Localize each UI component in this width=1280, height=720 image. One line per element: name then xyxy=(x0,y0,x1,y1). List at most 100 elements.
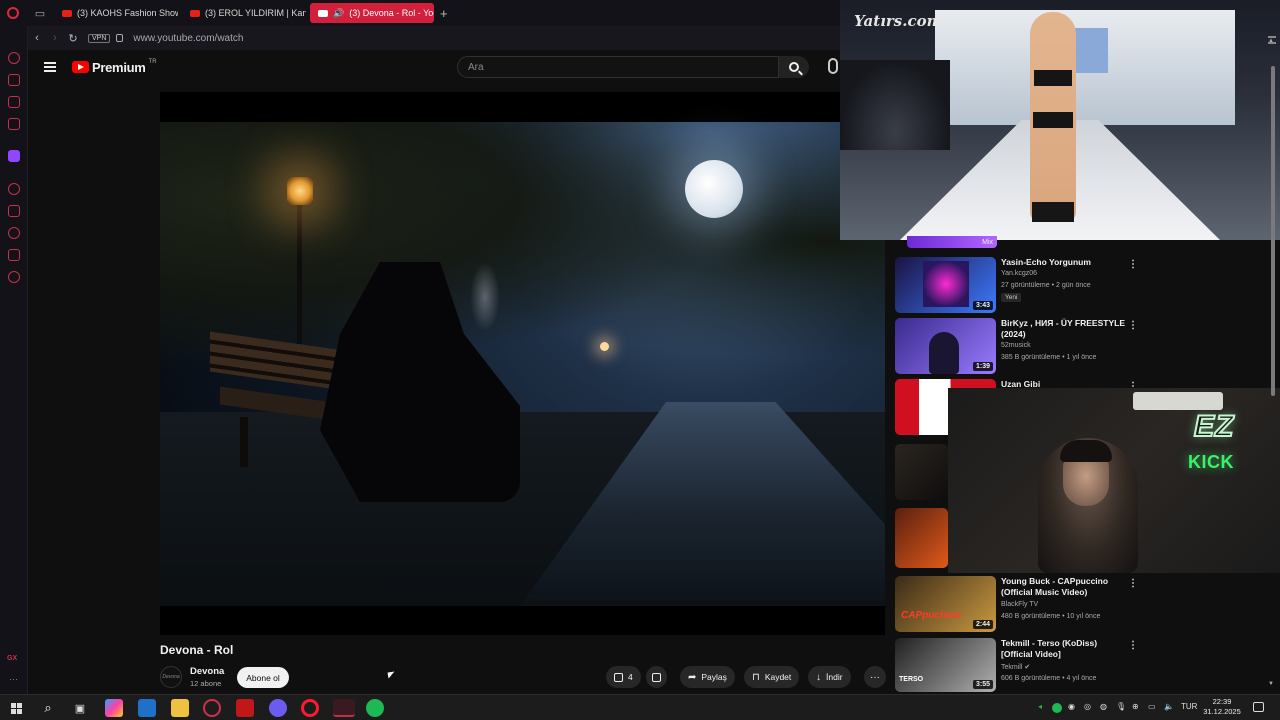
language-indicator[interactable]: TUR xyxy=(1181,702,1197,711)
tab-devona-rol[interactable]: 🔊 (3) Devona - Rol - You xyxy=(310,3,434,23)
discord-icon[interactable] xyxy=(269,699,287,717)
volume-icon[interactable]: 🔈 xyxy=(1164,702,1174,711)
rec-item[interactable]: 3:43 Yasin-Echo Yorgunum Yan.kcgz06 27 g… xyxy=(895,257,1265,315)
lock-icon[interactable] xyxy=(116,34,124,42)
subscribe-button[interactable]: Abone ol xyxy=(237,667,289,688)
more-actions-button[interactable]: ··· xyxy=(864,666,886,688)
scrollbar[interactable] xyxy=(1270,46,1276,692)
rec-thumbnail[interactable]: CAPpuchino 2:44 xyxy=(895,576,996,632)
rec-menu-icon[interactable]: ⋮ xyxy=(1128,259,1138,270)
system-clock[interactable]: 22:39 31.12.2025 xyxy=(1200,697,1244,717)
start-button[interactable] xyxy=(7,699,25,717)
verified-icon: ✔ xyxy=(1024,664,1031,671)
rec-title[interactable]: Young Buck - CAPpuccino (Official Music … xyxy=(1001,576,1126,598)
mix-thumb-strip[interactable]: Mix xyxy=(907,236,997,248)
notification-icon[interactable] xyxy=(1253,702,1264,712)
spotify-icon[interactable] xyxy=(366,699,384,717)
rec-thumbnail[interactable] xyxy=(895,444,948,500)
twitch-icon[interactable] xyxy=(8,150,20,162)
channel-name[interactable]: Devona xyxy=(190,666,224,677)
youtube-premium-logo[interactable]: Premium TR xyxy=(72,59,157,75)
back-icon[interactable]: ‹ xyxy=(28,32,46,44)
spotify-tray-icon[interactable] xyxy=(1052,703,1062,713)
bookmark-icon: ⊓ xyxy=(752,671,760,683)
search-taskbar-icon[interactable]: ⌕ xyxy=(39,699,57,717)
like-button[interactable]: 4 xyxy=(606,666,641,688)
rec-thumbnail[interactable]: TERSO 3:55 xyxy=(895,638,996,692)
rec-title[interactable]: Tekmill - Terso (KoDiss) [Official Video… xyxy=(1001,638,1126,660)
tray-icon[interactable]: ⊕ xyxy=(1132,702,1139,711)
tab-erol-yildirim[interactable]: (3) EROL YILDIRIM | Kanal xyxy=(182,3,306,23)
microphone-icon[interactable]: 🎙 xyxy=(1116,702,1126,711)
download-button[interactable]: ↓ İndir xyxy=(808,666,851,688)
opera-sidebar: GX ··· xyxy=(0,26,28,694)
reload-icon[interactable]: ↻ xyxy=(64,32,82,45)
search-button[interactable] xyxy=(779,56,809,78)
copilot-icon[interactable] xyxy=(105,699,123,717)
watermark: Yatırs.com xyxy=(854,12,943,30)
rec-menu-icon[interactable]: ⋮ xyxy=(1128,578,1138,589)
rec-menu-icon[interactable]: ⋮ xyxy=(1128,640,1138,651)
opera-icon[interactable] xyxy=(301,699,319,717)
opera-gx-logo-icon[interactable] xyxy=(0,0,26,26)
rec-meta: 385 B görüntüleme • 1 yıl önce xyxy=(1001,354,1097,361)
rec-channel[interactable]: Tekmill ✔ xyxy=(1001,663,1030,671)
rec-thumbnail[interactable]: 1:39 xyxy=(895,318,996,374)
rec-item[interactable]: CAPpuchino 2:44 Young Buck - CAPpuccino … xyxy=(895,576,1265,634)
youtube-favicon-icon xyxy=(62,9,72,17)
clock-icon[interactable] xyxy=(8,227,20,239)
player-icon[interactable] xyxy=(8,183,20,195)
bookmarks-icon[interactable] xyxy=(8,205,20,217)
opera-gx-taskbar-icon[interactable] xyxy=(203,699,221,717)
rec-meta: 480 B görüntüleme • 10 yıl önce xyxy=(1001,613,1101,620)
rec-title[interactable]: BirKyz , НИЯ - ÜY FREESTYLE (2024) xyxy=(1001,318,1126,340)
rec-channel[interactable]: 52musick xyxy=(1001,342,1031,349)
rec-thumbnail[interactable]: 3:43 xyxy=(895,257,996,313)
share-button[interactable]: ➦ Paylaş xyxy=(680,666,735,688)
gx-control-icon[interactable] xyxy=(8,74,20,86)
discord-tray-icon[interactable]: ◉ xyxy=(1068,702,1075,711)
gx-label: GX xyxy=(7,655,18,662)
video-player[interactable] xyxy=(160,92,885,635)
settings-icon[interactable] xyxy=(8,271,20,283)
rec-channel[interactable]: Yan.kcgz06 xyxy=(1001,270,1037,277)
rec-channel[interactable]: BlackFly TV xyxy=(1001,601,1038,608)
tray-chevron-icon[interactable]: ◂ xyxy=(1038,702,1042,711)
steam-tray-icon[interactable]: ◎ xyxy=(1084,702,1091,711)
new-tab-button[interactable]: + xyxy=(440,6,448,21)
webcam-overlay: EZ KICK xyxy=(948,388,1280,573)
file-explorer-icon[interactable] xyxy=(171,699,189,717)
tab-menu-icon[interactable]: ▭ xyxy=(26,0,54,26)
more-icon[interactable]: ··· xyxy=(9,674,18,684)
tab-kaohs-fashion[interactable]: (3) KAOHS Fashion Show 2 xyxy=(54,3,178,23)
dislike-button[interactable] xyxy=(646,666,667,688)
url-field[interactable]: www.youtube.com/watch xyxy=(133,33,243,44)
outlook-icon[interactable] xyxy=(138,699,156,717)
new-badge: Yeni xyxy=(1001,293,1022,302)
extensions-icon[interactable] xyxy=(8,249,20,261)
task-view-icon[interactable]: ▣ xyxy=(71,699,89,717)
messenger-icon[interactable] xyxy=(8,96,20,108)
rec-thumbnail[interactable] xyxy=(895,508,948,568)
scroll-down-icon[interactable]: ▼ xyxy=(1268,681,1274,687)
scrollbar-thumb[interactable] xyxy=(1271,66,1275,396)
forward-icon[interactable]: › xyxy=(46,32,64,44)
voice-search-icon[interactable] xyxy=(828,58,838,74)
save-button[interactable]: ⊓ Kaydet xyxy=(744,666,800,688)
rec-menu-icon[interactable]: ⋮ xyxy=(1128,320,1138,331)
search-input[interactable]: Ara xyxy=(457,56,779,78)
vpn-badge[interactable]: VPN xyxy=(88,33,111,43)
channel-avatar[interactable]: Devona xyxy=(160,666,182,688)
network-icon[interactable]: ▭ xyxy=(1148,702,1156,711)
opera-gx-active-icon[interactable] xyxy=(333,699,355,717)
tray-icon[interactable]: ◍ xyxy=(1100,702,1107,711)
scroll-up-icon[interactable]: ▲ xyxy=(1268,38,1274,44)
rec-item[interactable]: TERSO 3:55 Tekmill - Terso (KoDiss) [Off… xyxy=(895,638,1265,696)
rec-duration: 3:55 xyxy=(972,680,993,689)
music-player-icon[interactable] xyxy=(8,118,20,130)
voicemod-icon[interactable] xyxy=(236,699,254,717)
rec-title[interactable]: Yasin-Echo Yorgunum xyxy=(1001,257,1126,268)
rec-item[interactable]: 1:39 BirKyz , НИЯ - ÜY FREESTYLE (2024) … xyxy=(895,318,1265,376)
hamburger-menu-icon[interactable] xyxy=(44,62,56,72)
history-icon[interactable] xyxy=(8,52,20,64)
